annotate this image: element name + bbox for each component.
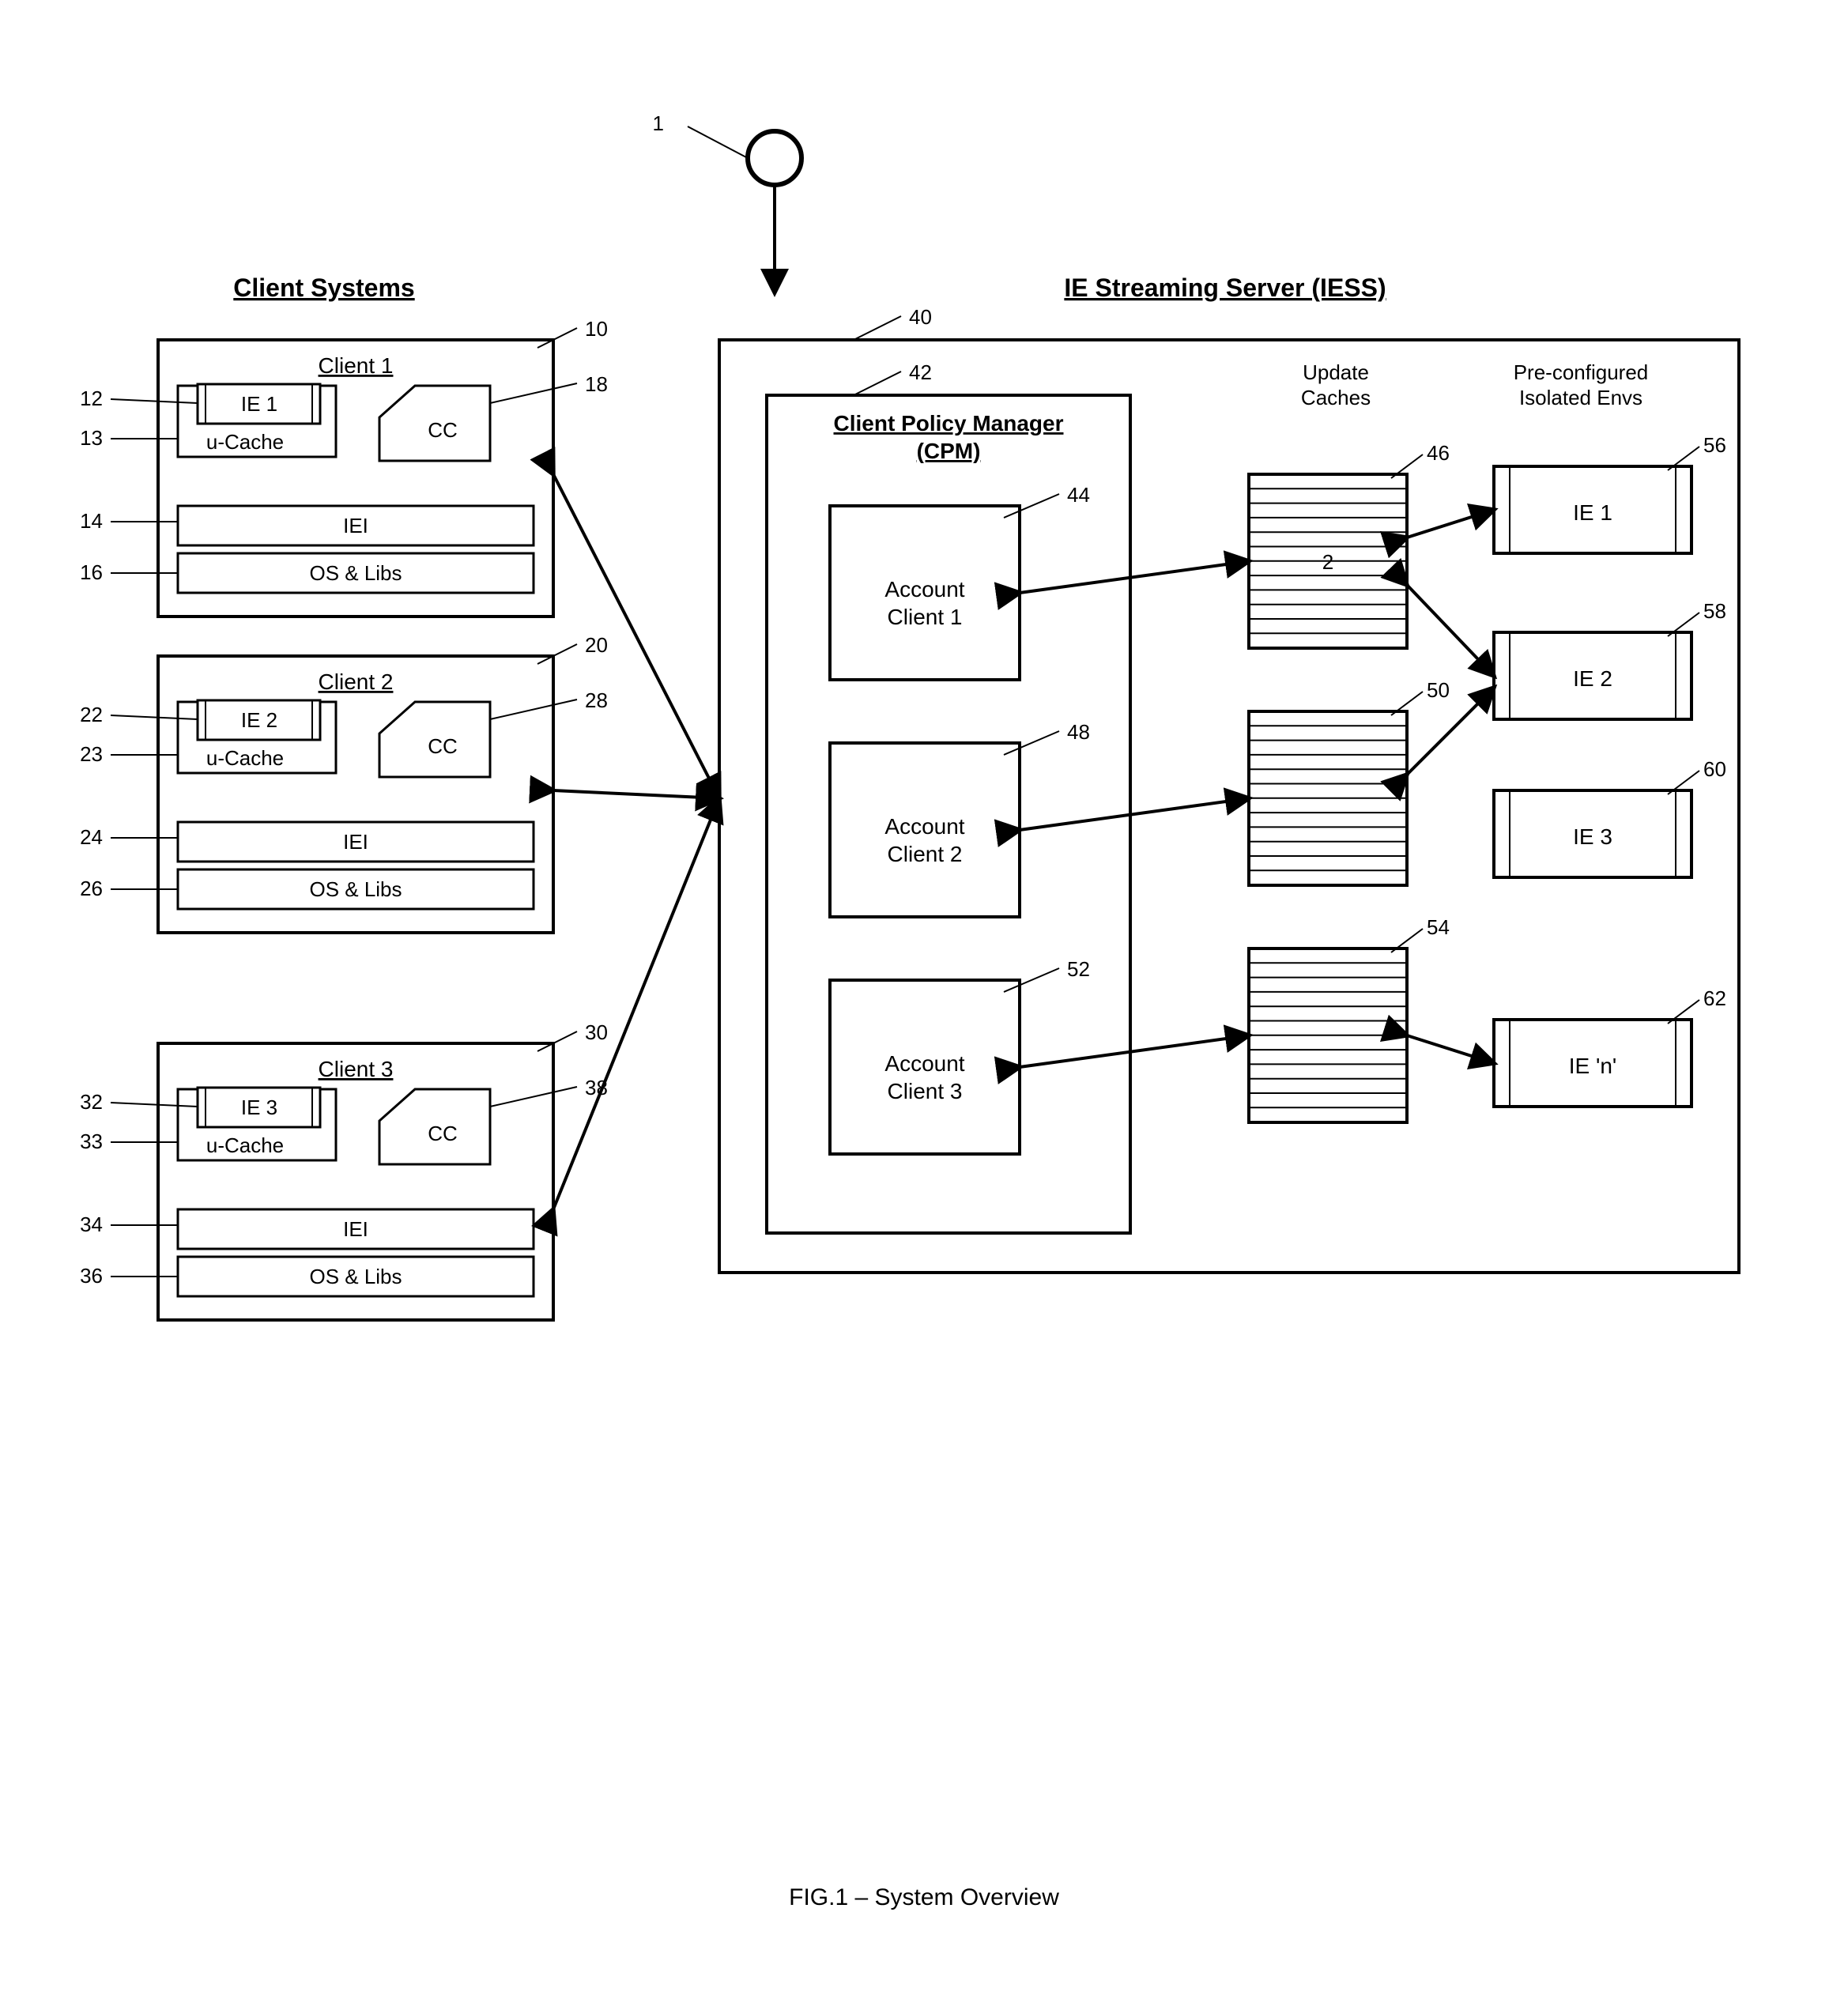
iess-ref: 40 [909, 305, 932, 329]
caches-h1: Update [1303, 360, 1369, 384]
client-3: Client 3 u-Cache IE 3 CC IEI OS & Libs 32 33 34 3… [80, 1020, 608, 1320]
ref-num: 26 [80, 877, 103, 900]
arrow [553, 474, 719, 798]
ref-num: 32 [80, 1090, 103, 1114]
arrow [553, 798, 719, 1209]
ref-num: 14 [80, 509, 103, 533]
ref-num: 28 [585, 688, 608, 712]
ref-num: 58 [1703, 599, 1726, 623]
os-label: OS & Libs [309, 561, 402, 585]
ref-num: 16 [80, 560, 103, 584]
client-title: Client 3 [319, 1057, 394, 1081]
cache-inner: 2 [1322, 550, 1333, 574]
client-title: Client 1 [319, 353, 394, 378]
figure-caption: FIG.1 – System Overview [789, 1884, 1059, 1910]
ref-num: 22 [80, 703, 103, 726]
env-label: IE 'n' [1569, 1054, 1617, 1078]
iei-label: IEI [343, 514, 368, 537]
envs-h2: Isolated Envs [1519, 386, 1642, 409]
ie-label: IE 1 [241, 392, 277, 416]
client-1: Client 1 u-Cache IE 1 CC IEI OS & Libs 12 13 14 1… [80, 317, 608, 617]
ie-label: IE 2 [241, 708, 277, 732]
ref-num: 36 [80, 1264, 103, 1288]
ref-num: 33 [80, 1129, 103, 1153]
ref-num: 52 [1067, 957, 1090, 981]
ucache-label: u-Cache [206, 746, 284, 770]
ref-num: 34 [80, 1212, 103, 1236]
cc-label: CC [428, 734, 458, 758]
iei-label: IEI [343, 1217, 368, 1241]
clients-header: Client Systems [233, 273, 414, 302]
envs-h1: Pre-configured [1514, 360, 1649, 384]
env-label: IE 1 [1573, 500, 1612, 525]
ref-num: 44 [1067, 483, 1090, 507]
iess-leader [854, 316, 901, 340]
ref-num: 30 [585, 1020, 608, 1044]
ref-num: 20 [585, 633, 608, 657]
account-l2: Client 3 [888, 1079, 963, 1103]
account-l1: Account [884, 814, 964, 839]
ref-num: 10 [585, 317, 608, 341]
ref-num: 23 [80, 742, 103, 766]
origin-ref: 1 [653, 111, 664, 135]
cpm-title1: Client Policy Manager [834, 411, 1064, 436]
ref-num: 56 [1703, 433, 1726, 457]
ie-label: IE 3 [241, 1096, 277, 1119]
ref-num: 62 [1703, 986, 1726, 1010]
account-l1: Account [884, 1051, 964, 1076]
account-l2: Client 1 [888, 605, 963, 629]
ref-num: 18 [585, 372, 608, 396]
cpm-title2: (CPM) [917, 439, 981, 463]
ref-num: 50 [1427, 678, 1450, 702]
account-l1: Account [884, 577, 964, 602]
server-header: IE Streaming Server (IESS) [1064, 273, 1386, 302]
ref-num: 13 [80, 426, 103, 450]
ref-num: 54 [1427, 915, 1450, 939]
client-title: Client 2 [319, 669, 394, 694]
ucache-label: u-Cache [206, 430, 284, 454]
ref-num: 46 [1427, 441, 1450, 465]
ref-num: 24 [80, 825, 103, 849]
env-label: IE 2 [1573, 666, 1612, 691]
cc-label: CC [428, 1122, 458, 1145]
caches-h2: Caches [1301, 386, 1371, 409]
ref-num: 12 [80, 387, 103, 410]
account-l2: Client 2 [888, 842, 963, 866]
arrow [553, 790, 719, 798]
ref-num: 60 [1703, 757, 1726, 781]
env-label: IE 3 [1573, 824, 1612, 849]
os-label: OS & Libs [309, 1265, 402, 1288]
iei-label: IEI [343, 830, 368, 854]
ucache-label: u-Cache [206, 1133, 284, 1157]
os-label: OS & Libs [309, 877, 402, 901]
client-2: Client 2 u-Cache IE 2 CC IEI OS & Libs 22 23 24 2… [80, 633, 608, 933]
cpm-ref: 42 [909, 360, 932, 384]
origin-marker [748, 131, 801, 185]
ref-num: 48 [1067, 720, 1090, 744]
origin-leader [688, 126, 748, 158]
cc-label: CC [428, 418, 458, 442]
